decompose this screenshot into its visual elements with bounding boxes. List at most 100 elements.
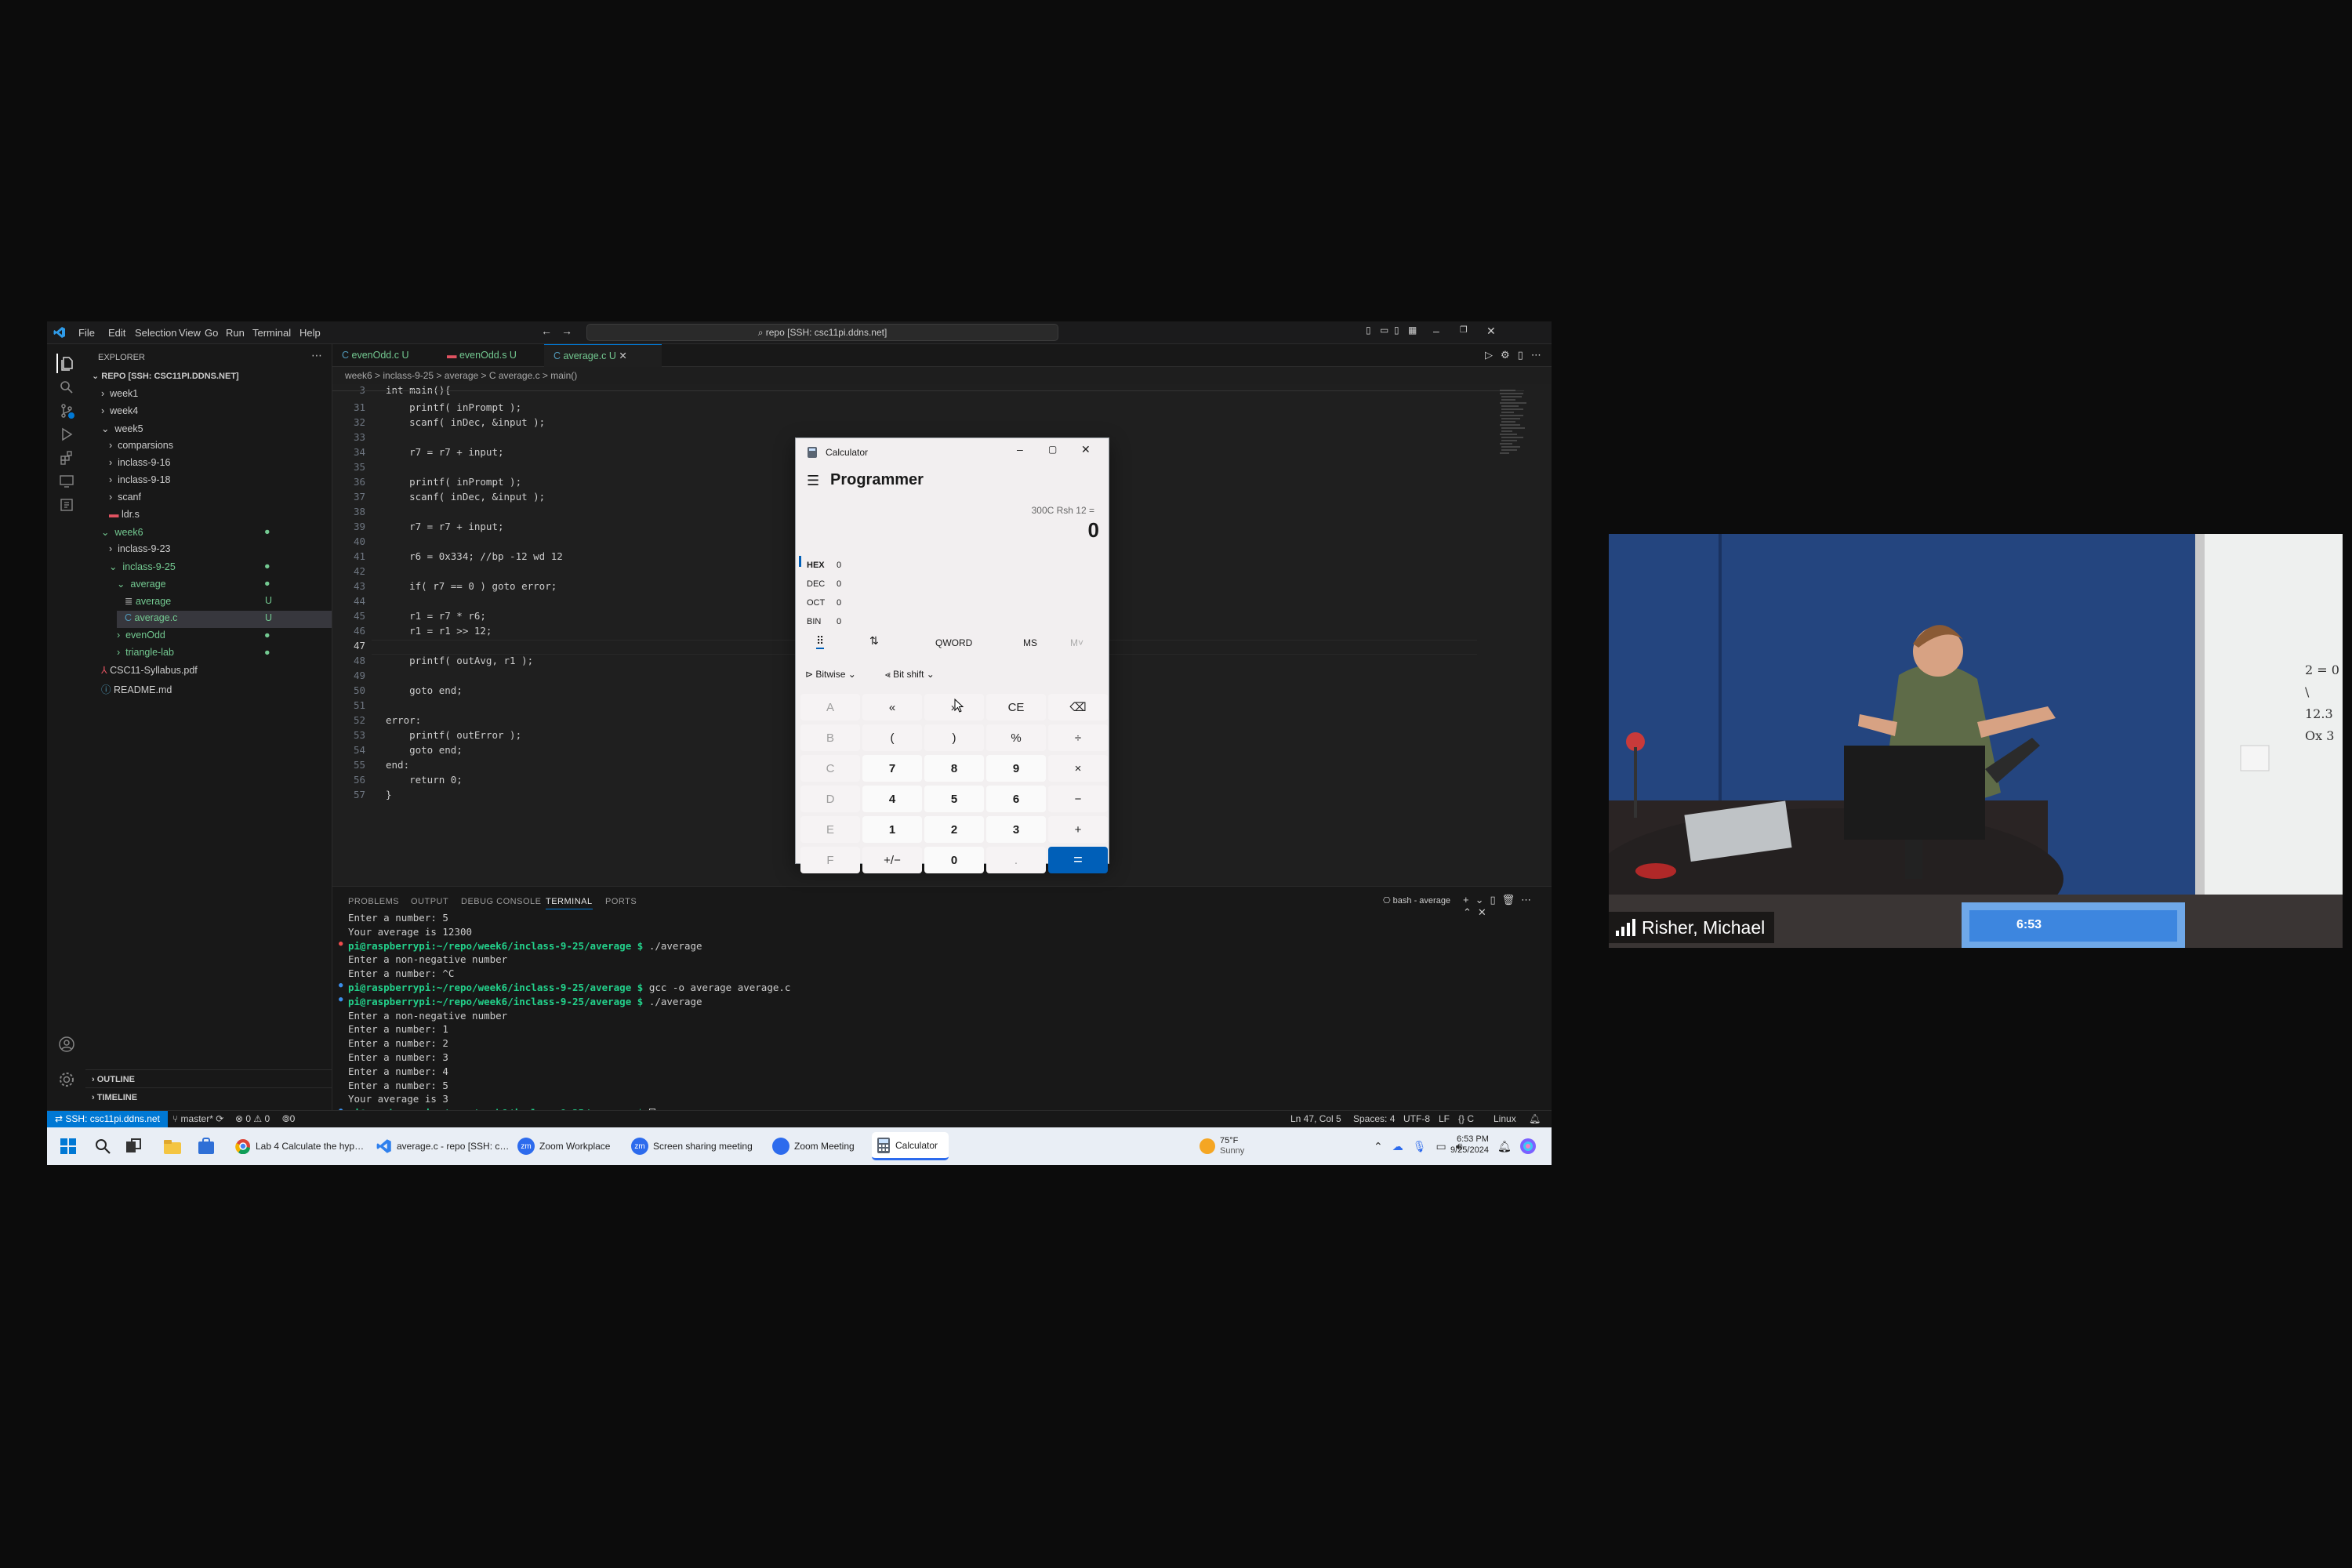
settings-icon[interactable]: ⚙	[1501, 349, 1518, 361]
code-line[interactable]: r6 = 0x334; //bp -12 wd 12	[386, 550, 563, 562]
tree-item-ldr-s[interactable]: ▬ ldr.s	[109, 509, 140, 520]
key-4[interactable]: 4	[862, 786, 922, 812]
remote-explorer-icon[interactable]	[56, 471, 76, 491]
panel-tab-problems[interactable]: PROBLEMS	[348, 897, 399, 906]
key-6[interactable]: 6	[986, 786, 1046, 812]
key-equals[interactable]: =	[1048, 847, 1108, 873]
hamburger-menu-icon[interactable]: ☰	[807, 473, 819, 489]
code-line[interactable]: if( r7 == 0 ) goto error;	[386, 580, 557, 592]
calc-maximize-icon[interactable]: ▢	[1048, 444, 1057, 455]
code-line[interactable]: r7 = r7 + input;	[386, 521, 503, 532]
branch-indicator[interactable]: ⑂ master* ⟳	[172, 1111, 223, 1127]
search-icon[interactable]	[56, 377, 76, 397]
outline-section[interactable]: › OUTLINE	[85, 1069, 332, 1089]
menu-selection[interactable]: Selection	[135, 327, 176, 339]
key-open-paren[interactable]: (	[862, 724, 922, 751]
onedrive-icon[interactable]: ☁	[1392, 1140, 1403, 1153]
panel-tab-ports[interactable]: PORTS	[605, 897, 637, 906]
start-button[interactable]	[60, 1137, 77, 1156]
encoding[interactable]: UTF-8	[1403, 1111, 1430, 1127]
tree-item-readme[interactable]: ⓘ README.md	[101, 681, 172, 696]
key-3[interactable]: 3	[986, 816, 1046, 843]
menu-view[interactable]: View	[179, 327, 201, 339]
split-terminal-icon[interactable]: ▯	[1490, 894, 1502, 906]
bitwise-dropdown[interactable]: ⊳ Bitwise ⌄	[805, 669, 856, 680]
explorer-icon[interactable]	[56, 354, 76, 373]
account-icon[interactable]	[56, 1034, 76, 1054]
calc-close-icon[interactable]: ✕	[1081, 443, 1091, 456]
forward-arrow-icon[interactable]: →	[561, 325, 572, 337]
command-decoration-icon[interactable]: ●	[339, 996, 343, 1004]
task-view-icon[interactable]	[125, 1137, 141, 1156]
sync-icon[interactable]: ⟳	[216, 1113, 223, 1124]
chevron-up-icon[interactable]: ⌃	[1374, 1140, 1383, 1153]
mic-icon[interactable]: 🎙︎	[1413, 1140, 1427, 1153]
radix-row-oct[interactable]: OCT 0	[807, 593, 841, 612]
ports-indicator[interactable]: ⦾0	[282, 1111, 295, 1127]
key-divide[interactable]: ÷	[1048, 724, 1108, 751]
back-arrow-icon[interactable]: ←	[541, 325, 552, 337]
store-icon[interactable]	[198, 1137, 215, 1156]
command-decoration-icon[interactable]: ●	[339, 982, 343, 989]
code-line[interactable]: printf( outError );	[386, 729, 521, 741]
code-line[interactable]: r1 = r7 * r6;	[386, 610, 486, 622]
tree-item-average-c[interactable]: C average.c	[125, 612, 177, 623]
new-terminal-icon[interactable]: +	[1463, 894, 1475, 906]
key-9[interactable]: 9	[986, 755, 1046, 782]
tab-evenodd-s[interactable]: ▬ evenOdd.s U	[437, 344, 544, 367]
code-line[interactable]: end:	[386, 759, 409, 771]
file-explorer-icon[interactable]	[163, 1137, 182, 1156]
key-e[interactable]: E	[800, 816, 860, 843]
breadcrumb-item[interactable]: main()	[550, 370, 577, 381]
tab-average-c[interactable]: C average.c U ✕	[544, 344, 662, 367]
taskbar-app-chrome[interactable]: Lab 4 Calculate the hyp…	[235, 1137, 364, 1156]
key-negate[interactable]: +/−	[862, 847, 922, 873]
tree-item-scanf[interactable]: › scanf	[109, 492, 141, 503]
key-c[interactable]: C	[800, 755, 860, 782]
trash-icon[interactable]: 🗑	[1502, 894, 1522, 906]
tab-close-icon[interactable]: ✕	[619, 350, 626, 361]
key-0[interactable]: 0	[924, 847, 984, 873]
repo-section-header[interactable]: ⌄ REPO [SSH: CSC11PI.DDNS.NET]	[92, 371, 239, 381]
tree-item-inclass-9-18[interactable]: › inclass-9-18	[109, 474, 171, 485]
language-mode[interactable]: {} C	[1458, 1111, 1474, 1127]
key-8[interactable]: 8	[924, 755, 984, 782]
key-backspace[interactable]: ⌫	[1048, 694, 1108, 720]
clock[interactable]: 6:53 PM 9/25/2024	[1450, 1134, 1489, 1159]
manage-gear-icon[interactable]	[56, 1069, 76, 1089]
split-editor-icon[interactable]: ▯	[1518, 349, 1531, 361]
key-percent[interactable]: %	[986, 724, 1046, 751]
source-control-icon[interactable]	[56, 401, 76, 420]
toggle-sidebar-icon[interactable]: ▯	[1366, 325, 1371, 336]
menu-run[interactable]: Run	[226, 327, 245, 339]
command-center[interactable]: ⌕ repo [SSH: csc11pi.ddns.net]	[586, 324, 1058, 341]
more-icon[interactable]: ⋯	[1531, 349, 1549, 361]
code-line[interactable]: error:	[386, 714, 421, 726]
key-minus[interactable]: −	[1048, 786, 1108, 812]
chevron-down-icon[interactable]: ⌄	[1475, 894, 1490, 906]
key-close-paren[interactable]: )	[924, 724, 984, 751]
tree-item-inclass-9-23[interactable]: › inclass-9-23	[109, 543, 171, 554]
menu-help[interactable]: Help	[299, 327, 321, 339]
bitshift-dropdown[interactable]: ⪡ Bit shift ⌄	[885, 669, 935, 681]
cursor-position[interactable]: Ln 47, Col 5	[1290, 1111, 1341, 1127]
full-keypad-icon[interactable]: ⠿	[816, 634, 825, 649]
run-icon[interactable]: ▷	[1485, 349, 1501, 361]
tree-item-syllabus[interactable]: ⅄ CSC11-Syllabus.pdf	[101, 664, 198, 676]
code-line[interactable]: r1 = r1 >> 12;	[386, 625, 492, 637]
tree-item-evenodd[interactable]: › evenOdd	[117, 630, 165, 641]
code-line[interactable]: goto end;	[386, 744, 463, 756]
menu-terminal[interactable]: Terminal	[252, 327, 291, 339]
tree-item-inclass-9-16[interactable]: › inclass-9-16	[109, 457, 171, 468]
problems-indicator[interactable]: ⊗ 0 ⚠ 0	[235, 1111, 270, 1127]
testing-icon[interactable]	[56, 495, 76, 514]
close-icon[interactable]: ✕	[1486, 325, 1496, 338]
maximize-panel-icon[interactable]: ⌃	[1463, 906, 1478, 918]
panel-tab-debug-console[interactable]: DEBUG CONSOLE	[461, 897, 541, 906]
taskbar-app-screen-sharing[interactable]: zm Screen sharing meeting	[631, 1137, 753, 1156]
code-line[interactable]: printf( outAvg, r1 );	[386, 655, 533, 666]
key-1[interactable]: 1	[862, 816, 922, 843]
taskbar-app-zoom-workplace[interactable]: zm Zoom Workplace	[517, 1137, 610, 1156]
panel-tab-terminal[interactable]: TERMINAL	[546, 897, 593, 909]
breadcrumb-item[interactable]: C average.c	[489, 370, 540, 381]
